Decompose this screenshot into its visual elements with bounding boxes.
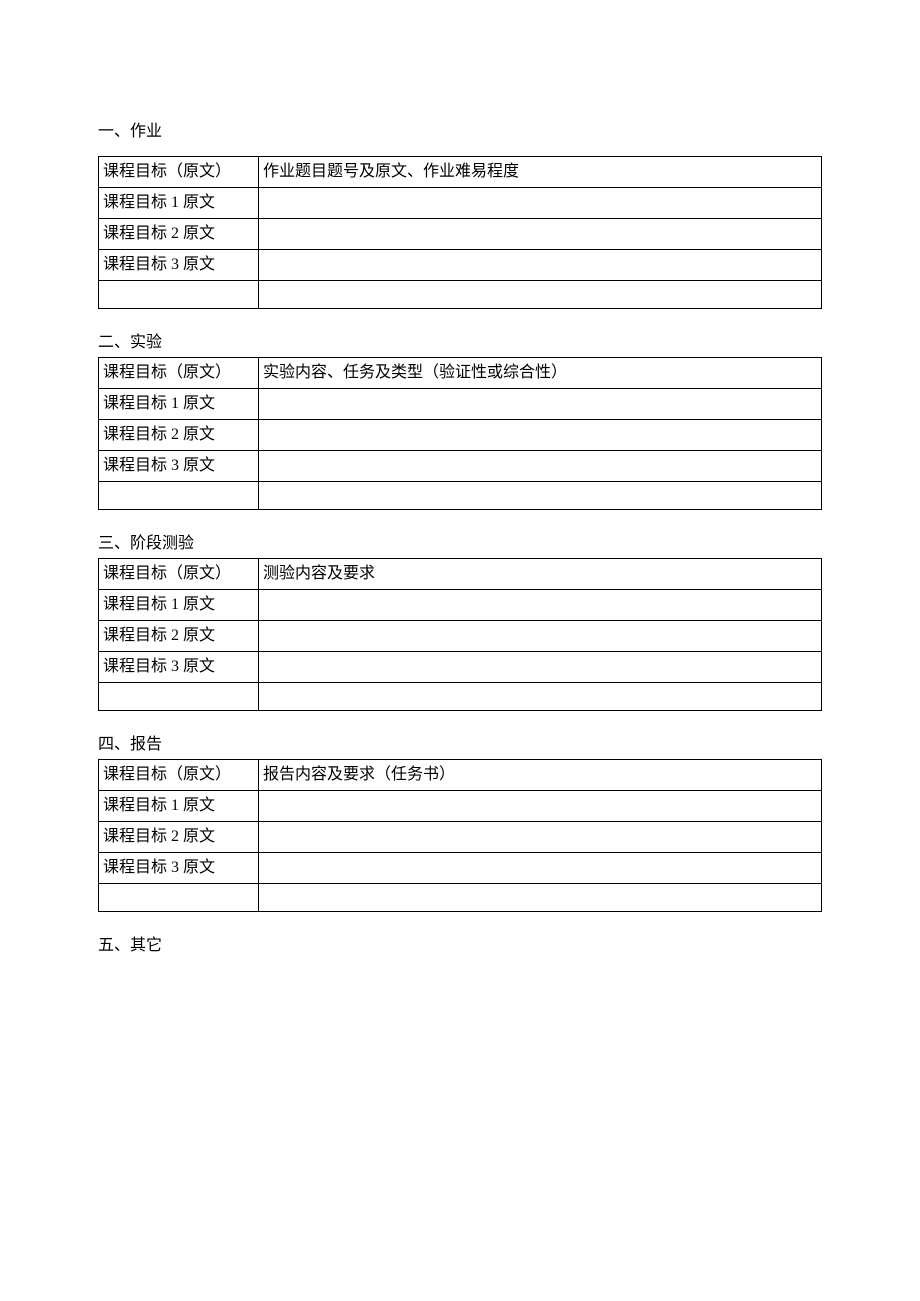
cell-col2 [259, 884, 822, 912]
cell-col1 [99, 884, 259, 912]
cell-col2 [259, 389, 822, 420]
table-row [99, 683, 822, 711]
header-col2: 作业题目题号及原文、作业难易程度 [259, 157, 822, 188]
cell-col1: 课程目标 3 原文 [99, 853, 259, 884]
header-col2: 实验内容、任务及类型（验证性或综合性） [259, 358, 822, 389]
cell-col2 [259, 590, 822, 621]
cell-col2 [259, 853, 822, 884]
cell-col2 [259, 791, 822, 822]
table-row: 课程目标（原文） 报告内容及要求（任务书） [99, 760, 822, 791]
header-col2: 测验内容及要求 [259, 559, 822, 590]
cell-col2 [259, 281, 822, 309]
cell-col1: 课程目标 2 原文 [99, 822, 259, 853]
header-col2: 报告内容及要求（任务书） [259, 760, 822, 791]
table-row: 课程目标 2 原文 [99, 420, 822, 451]
section-homework: 一、作业 课程目标（原文） 作业题目题号及原文、作业难易程度 课程目标 1 原文… [98, 120, 822, 309]
cell-col2 [259, 652, 822, 683]
section-report: 四、报告 课程目标（原文） 报告内容及要求（任务书） 课程目标 1 原文 课程目… [98, 733, 822, 912]
table-experiment: 课程目标（原文） 实验内容、任务及类型（验证性或综合性） 课程目标 1 原文 课… [98, 357, 822, 510]
table-row [99, 281, 822, 309]
cell-col1: 课程目标 1 原文 [99, 389, 259, 420]
table-homework: 课程目标（原文） 作业题目题号及原文、作业难易程度 课程目标 1 原文 课程目标… [98, 156, 822, 309]
header-col1: 课程目标（原文） [99, 358, 259, 389]
section-other: 五、其它 [98, 934, 822, 958]
header-col1: 课程目标（原文） [99, 157, 259, 188]
section-title-other: 五、其它 [98, 934, 822, 958]
table-row: 课程目标 1 原文 [99, 791, 822, 822]
cell-col1 [99, 482, 259, 510]
section-quiz: 三、阶段测验 课程目标（原文） 测验内容及要求 课程目标 1 原文 课程目标 2… [98, 532, 822, 711]
table-row: 课程目标（原文） 测验内容及要求 [99, 559, 822, 590]
cell-col1: 课程目标 1 原文 [99, 791, 259, 822]
cell-col2 [259, 188, 822, 219]
cell-col2 [259, 683, 822, 711]
table-row: 课程目标 2 原文 [99, 621, 822, 652]
table-quiz: 课程目标（原文） 测验内容及要求 课程目标 1 原文 课程目标 2 原文 课程目… [98, 558, 822, 711]
cell-col1: 课程目标 3 原文 [99, 652, 259, 683]
table-row: 课程目标 3 原文 [99, 853, 822, 884]
cell-col1: 课程目标 1 原文 [99, 590, 259, 621]
table-row: 课程目标 3 原文 [99, 451, 822, 482]
cell-col1 [99, 683, 259, 711]
cell-col2 [259, 482, 822, 510]
table-row: 课程目标 3 原文 [99, 250, 822, 281]
table-row: 课程目标 1 原文 [99, 590, 822, 621]
header-col1: 课程目标（原文） [99, 559, 259, 590]
cell-col1: 课程目标 2 原文 [99, 420, 259, 451]
table-row: 课程目标（原文） 作业题目题号及原文、作业难易程度 [99, 157, 822, 188]
section-title-report: 四、报告 [98, 733, 822, 757]
section-title-quiz: 三、阶段测验 [98, 532, 822, 556]
table-row: 课程目标 3 原文 [99, 652, 822, 683]
cell-col2 [259, 621, 822, 652]
cell-col2 [259, 822, 822, 853]
table-report: 课程目标（原文） 报告内容及要求（任务书） 课程目标 1 原文 课程目标 2 原… [98, 759, 822, 912]
header-col1: 课程目标（原文） [99, 760, 259, 791]
cell-col1: 课程目标 2 原文 [99, 219, 259, 250]
table-row: 课程目标 1 原文 [99, 389, 822, 420]
table-row [99, 482, 822, 510]
cell-col1: 课程目标 3 原文 [99, 250, 259, 281]
table-row: 课程目标（原文） 实验内容、任务及类型（验证性或综合性） [99, 358, 822, 389]
cell-col2 [259, 219, 822, 250]
cell-col2 [259, 420, 822, 451]
table-row [99, 884, 822, 912]
cell-col1: 课程目标 1 原文 [99, 188, 259, 219]
cell-col1: 课程目标 3 原文 [99, 451, 259, 482]
table-row: 课程目标 1 原文 [99, 188, 822, 219]
table-row: 课程目标 2 原文 [99, 822, 822, 853]
cell-col2 [259, 451, 822, 482]
table-row: 课程目标 2 原文 [99, 219, 822, 250]
cell-col1: 课程目标 2 原文 [99, 621, 259, 652]
cell-col2 [259, 250, 822, 281]
section-title-homework: 一、作业 [98, 120, 822, 144]
section-title-experiment: 二、实验 [98, 331, 822, 355]
section-experiment: 二、实验 课程目标（原文） 实验内容、任务及类型（验证性或综合性） 课程目标 1… [98, 331, 822, 510]
cell-col1 [99, 281, 259, 309]
